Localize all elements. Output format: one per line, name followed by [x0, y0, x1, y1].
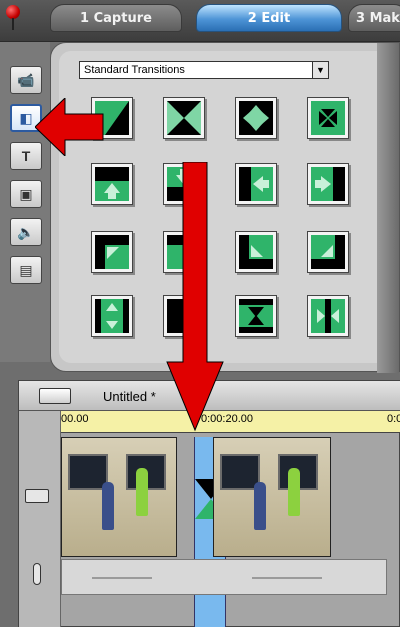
video-clip-1[interactable]: [61, 437, 177, 557]
ruler-label-start: 00.00: [61, 413, 89, 425]
transition-category-dropdown[interactable]: Standard Transitions ▼: [79, 61, 329, 79]
photo-icon: ▣: [19, 185, 33, 202]
transition-thumb-split-vertical[interactable]: [91, 295, 133, 337]
pushpin-icon: [6, 5, 20, 19]
transition-thumb-push-right[interactable]: [307, 163, 349, 205]
red-arrow-down-icon: [166, 162, 224, 432]
still-images-button[interactable]: ▣: [10, 180, 42, 208]
timeline-ruler[interactable]: 00.00 0:00:20.00 0:0: [61, 411, 400, 433]
transition-thumb-push-up[interactable]: [91, 163, 133, 205]
track-headers: [19, 411, 61, 627]
clip-person-standing: [136, 468, 148, 516]
disc-menus-button[interactable]: ▤: [10, 256, 42, 284]
tab-edit[interactable]: 2 Edit: [196, 4, 342, 32]
transitions-icon: ◧: [19, 109, 33, 126]
clip-frame: [214, 438, 272, 556]
toolbox-icon[interactable]: [39, 388, 71, 404]
clip-person-standing: [288, 468, 300, 516]
video-track-camera-icon[interactable]: [25, 489, 49, 503]
sound-effects-button[interactable]: 🔈: [10, 218, 42, 246]
camera-icon: 📹: [17, 71, 35, 88]
red-arrow-left-icon: [35, 98, 104, 156]
tab-bar: 1 Capture 2 Edit 3 Mak: [0, 0, 400, 42]
transition-thumb-corner-down-right[interactable]: [307, 231, 349, 273]
tab-make[interactable]: 3 Mak: [348, 4, 400, 32]
project-title: Untitled *: [103, 389, 156, 404]
transition-thumb-push-left[interactable]: [235, 163, 277, 205]
audio-waveform-2: [252, 577, 322, 579]
video-clip-2[interactable]: [213, 437, 331, 557]
transition-thumb-barn-door[interactable]: [307, 295, 349, 337]
clip-frame: [120, 438, 176, 556]
audio-waveform-1: [92, 577, 152, 579]
video-album-button[interactable]: 📹: [10, 66, 42, 94]
speaker-icon: 🔈: [17, 223, 35, 240]
transition-thumb-expand-cross[interactable]: [235, 97, 277, 139]
chevron-down-icon[interactable]: ▼: [312, 62, 328, 78]
transition-thumb-corner-up-left[interactable]: [91, 231, 133, 273]
album-tool-column: 📹 ◧ T ▣ 🔈 ▤: [0, 42, 50, 362]
audio-track[interactable]: [61, 559, 387, 595]
tab-capture[interactable]: 1 Capture: [50, 4, 182, 32]
album-panel: Standard Transitions ▼: [50, 42, 400, 373]
clip-frame: [272, 438, 330, 556]
dropdown-value: Standard Transitions: [84, 64, 185, 76]
clip-person-seated: [254, 482, 266, 530]
transition-thumb-corner-down-left[interactable]: [235, 231, 277, 273]
pushpin-stem: [12, 18, 14, 30]
transition-thumb-split-horizontal[interactable]: [235, 295, 277, 337]
ruler-label-40s: 0:0: [387, 413, 400, 425]
menu-icon: ▤: [19, 261, 33, 278]
transition-thumb-collapse-cross[interactable]: [307, 97, 349, 139]
clip-frame: [62, 438, 120, 556]
title-icon: T: [21, 148, 31, 164]
album-scroll-edge: [377, 43, 399, 373]
clip-person-seated: [102, 482, 114, 530]
transition-thumb-hourglass[interactable]: [163, 97, 205, 139]
audio-track-mic-icon[interactable]: [33, 563, 41, 585]
